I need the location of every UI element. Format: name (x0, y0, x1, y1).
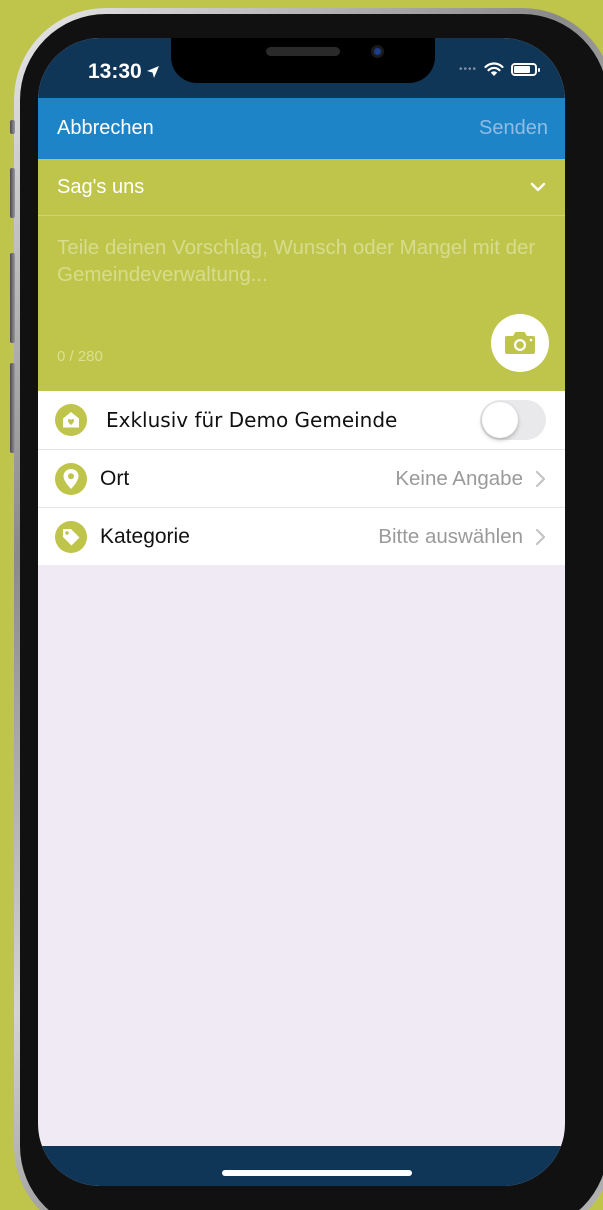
location-value: Keine Angabe (395, 466, 523, 490)
wifi-icon (484, 62, 504, 76)
battery-icon (511, 63, 540, 76)
exclusive-label: Exklusiv für Demo Gemeinde (106, 408, 398, 432)
bottom-bar (38, 1146, 565, 1186)
app-screen: 13:30 •••• Abbrechen Senden Sag's uns Te… (38, 38, 565, 1186)
category-value: Bitte auswählen (378, 524, 523, 548)
category-label: Kategorie (100, 524, 190, 548)
status-time: 13:30 (88, 60, 160, 84)
time-label: 13:30 (88, 60, 142, 83)
home-heart-icon (55, 404, 87, 436)
message-type-label: Sag's uns (57, 175, 145, 198)
exclusive-toggle[interactable] (480, 400, 546, 440)
chevron-right-icon (535, 470, 546, 487)
location-row[interactable]: Ort Keine Angabe (38, 449, 565, 507)
chevron-right-icon (535, 528, 546, 545)
message-input[interactable]: Teile deinen Vorschlag, Wunsch oder Mang… (38, 216, 565, 288)
add-photo-button[interactable] (491, 314, 549, 372)
location-label: Ort (100, 466, 130, 490)
notch (171, 38, 435, 83)
exclusive-row: Exklusiv für Demo Gemeinde (38, 391, 565, 449)
tag-icon (55, 520, 87, 553)
status-bar: 13:30 •••• (38, 38, 565, 98)
options-list: Exklusiv für Demo Gemeinde Ort Keine Ang… (38, 391, 565, 565)
mute-button (10, 168, 15, 218)
message-composer: Sag's uns Teile deinen Vorschlag, Wunsch… (38, 159, 565, 391)
status-indicators: •••• (458, 62, 540, 77)
character-counter: 0 / 280 (57, 348, 103, 365)
send-button[interactable]: Senden (479, 117, 548, 140)
location-arrow-icon (146, 66, 159, 78)
signal-icon: •••• (458, 64, 477, 75)
volume-down-button (10, 363, 15, 453)
speaker-grille (266, 47, 340, 56)
silent-switch (10, 120, 15, 134)
map-pin-icon (55, 462, 87, 495)
camera-icon (505, 332, 535, 354)
home-indicator[interactable] (222, 1170, 412, 1176)
category-row[interactable]: Kategorie Bitte auswählen (38, 507, 565, 565)
navigation-bar: Abbrechen Senden (38, 98, 565, 159)
cancel-button[interactable]: Abbrechen (57, 117, 154, 140)
chevron-down-icon (530, 182, 546, 192)
front-camera (371, 45, 384, 58)
message-type-selector[interactable]: Sag's uns (38, 159, 565, 216)
volume-up-button (10, 253, 15, 343)
toggle-knob (482, 402, 518, 438)
